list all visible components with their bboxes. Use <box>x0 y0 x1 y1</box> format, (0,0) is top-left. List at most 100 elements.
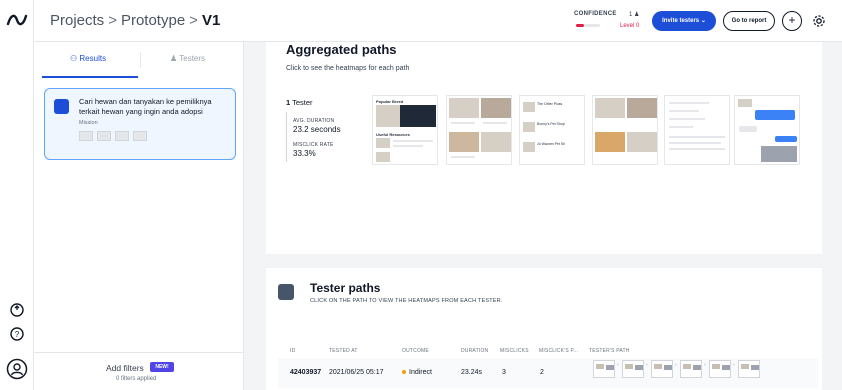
misclick-rate-label: MISCLICK RATE <box>293 142 334 148</box>
path-screen-4[interactable] <box>592 95 658 165</box>
arrow-right-icon: › <box>704 362 706 368</box>
tester-paths-title: Tester paths <box>310 281 381 295</box>
shop-name: Jo Waonm Pet Sh <box>537 142 566 146</box>
path-stats: AVG. DURATION 23.2 seconds MISCLICK RATE… <box>286 112 366 162</box>
tab-divider <box>140 52 141 68</box>
column-header: MISCLICK'S P... <box>539 348 579 354</box>
tab-active-indicator <box>42 76 138 78</box>
photo <box>523 122 535 132</box>
path-screen-6[interactable] <box>734 95 800 165</box>
text-line <box>669 126 693 128</box>
photo <box>481 132 511 152</box>
go-to-report-button[interactable]: Go to report <box>723 11 775 31</box>
path-thumbnail[interactable] <box>738 360 760 378</box>
aggregated-paths-panel: Aggregated paths Click to see the heatma… <box>266 42 822 254</box>
breadcrumb-current: V1 <box>201 12 221 29</box>
photo <box>481 98 511 118</box>
path-thumbnail[interactable] <box>709 360 731 378</box>
arrow-right-icon: › <box>675 362 677 368</box>
text-line <box>669 136 725 138</box>
photo <box>376 138 390 148</box>
mission-card[interactable]: Cari hewan dan tanyakan ke pemiliknya te… <box>44 88 236 160</box>
chat-bubble <box>739 126 757 132</box>
tester-paths-subtitle: CLICK ON THE PATH TO VIEW THE HEATMAPS F… <box>310 298 503 304</box>
path-screen-2[interactable] <box>446 95 512 165</box>
column-header: OUTCOME <box>402 348 429 354</box>
aggregated-paths-title: Aggregated paths <box>286 42 397 57</box>
tab-testers[interactable]: ♟ Testers <box>170 54 205 63</box>
tested-at: 2021/06/25 05:17 <box>329 369 384 376</box>
user-avatar-icon[interactable] <box>6 358 28 380</box>
help-icon[interactable]: ? <box>9 326 25 342</box>
arrow-right-icon: › <box>646 362 648 368</box>
confidence-level: Level 0 <box>620 23 640 29</box>
breadcrumb-separator: > <box>189 12 198 29</box>
add-button[interactable]: + <box>782 11 802 31</box>
breadcrumb-project[interactable]: Prototype <box>121 12 185 29</box>
duration: 23.24s <box>461 369 483 376</box>
dark-card <box>400 105 436 127</box>
text-line <box>669 102 709 104</box>
left-rail: ? <box>0 0 34 390</box>
filters-applied: 0 filters applied <box>116 376 157 382</box>
text-line <box>669 148 725 150</box>
chat-bubble <box>755 110 795 120</box>
screen-thumbnail <box>97 131 111 141</box>
path-thumbnail[interactable] <box>593 360 615 378</box>
compass-icon[interactable] <box>9 302 25 318</box>
photo <box>449 132 479 152</box>
confidence-bar <box>576 24 584 27</box>
avg-duration-value: 23.2 seconds <box>293 125 341 134</box>
photo <box>523 142 535 152</box>
tester-icon: ♟ <box>634 12 640 18</box>
confidence-count: 1 ♟ <box>629 12 640 18</box>
column-header: TESTED AT <box>329 348 358 354</box>
path-thumbnail[interactable] <box>651 360 673 378</box>
photo <box>449 98 479 118</box>
gear-icon[interactable] <box>812 14 826 28</box>
text-line <box>483 122 507 124</box>
breadcrumb: Projects > Prototype > V1 <box>50 12 220 29</box>
photo <box>627 98 657 118</box>
misclick-rate-value: 33.3% <box>293 149 316 158</box>
add-filters[interactable]: Add filters NEW! 0 filters applied <box>34 352 244 390</box>
breadcrumb-projects[interactable]: Projects <box>50 12 104 29</box>
path-screen-3[interactable]: The Other Pluss Bonny's Pet Shop Jo Waon… <box>519 95 585 165</box>
shop-name: The Other Pluss <box>537 102 563 106</box>
photo <box>376 152 390 162</box>
app-logo-icon[interactable] <box>6 10 28 30</box>
tab-results[interactable]: ⚇ Results <box>70 54 106 63</box>
shop-name: Bonny's Pet Shop <box>537 122 565 126</box>
path-screen-1[interactable]: Popular Breed Useful Resources <box>372 95 438 165</box>
results-sidebar: ⚇ Results ♟ Testers Cari hewan dan tanya… <box>34 42 244 390</box>
screen-thumbnail <box>79 131 93 141</box>
text-line <box>669 110 699 112</box>
photo <box>627 132 657 152</box>
photo <box>523 102 535 112</box>
screen-thumbnail <box>115 131 129 141</box>
photo <box>761 146 797 162</box>
confidence-track <box>584 24 600 27</box>
path-screen-5[interactable] <box>664 95 730 165</box>
add-filters-label: Add filters <box>106 363 144 373</box>
text-line <box>669 118 705 120</box>
text-line <box>393 145 423 147</box>
chevron-down-icon: ⌄ <box>700 18 706 24</box>
mission-type: Mission <box>79 120 98 126</box>
path-thumbnail[interactable] <box>680 360 702 378</box>
results-icon: ⚇ <box>70 54 78 63</box>
photo <box>738 99 752 107</box>
outcome: Indirect <box>402 369 432 376</box>
mission-text: Cari hewan dan tanyakan ke pemiliknya te… <box>79 97 212 116</box>
path-thumbnail[interactable] <box>622 360 644 378</box>
misclicks: 3 <box>502 369 506 376</box>
svg-text:?: ? <box>15 330 20 339</box>
outcome-dot <box>402 370 406 375</box>
column-header: DURATION <box>461 348 489 354</box>
testers-count: 1 Tester <box>286 98 313 107</box>
invite-testers-button[interactable]: Invite testers ⌄ <box>652 11 716 31</box>
column-header: ID <box>290 348 296 354</box>
tester-paths-icon <box>278 284 294 300</box>
tester-id: 42403937 <box>290 369 322 376</box>
chat-bubble <box>775 136 797 142</box>
